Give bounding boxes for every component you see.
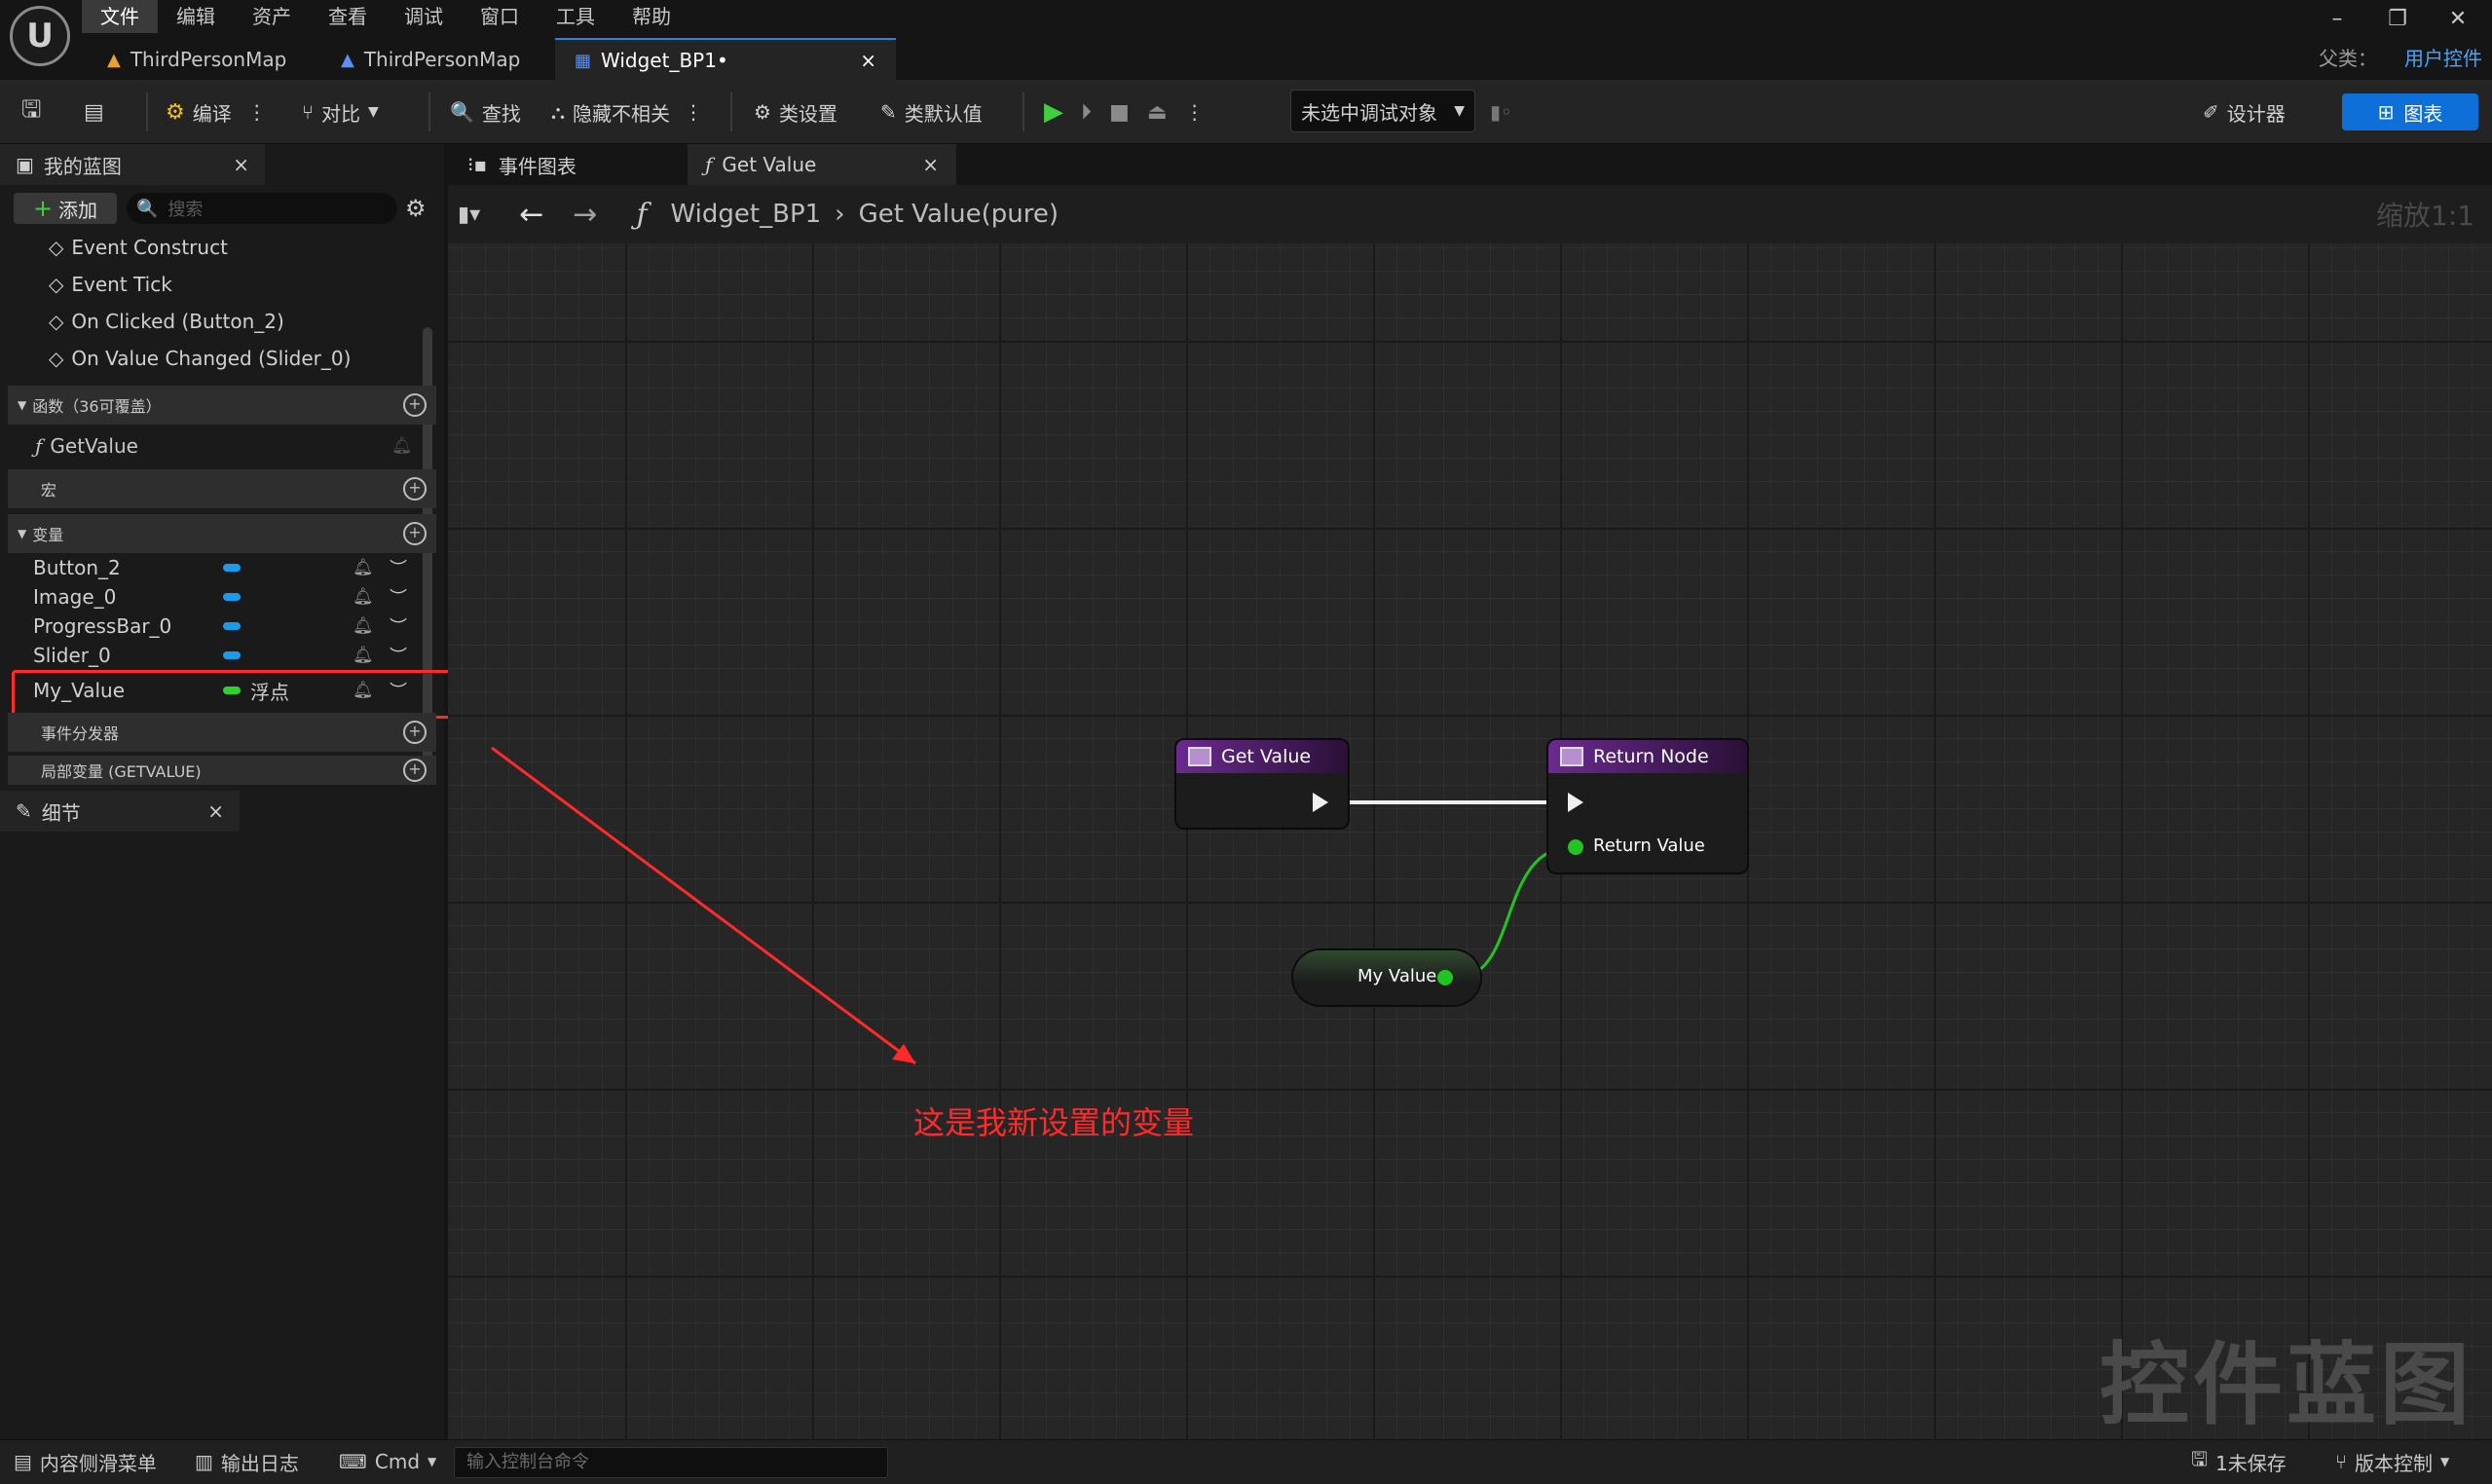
chevron-down-icon: ▼ xyxy=(2440,1455,2450,1468)
unsaved-icon: 🖫 xyxy=(2191,1447,2209,1470)
my-value-getter-node[interactable]: My Value xyxy=(1293,950,1480,1005)
unsaved-label: 1未保存 xyxy=(2215,1451,2287,1475)
chevron-down-icon: ▼ xyxy=(428,1455,437,1468)
annotation-arrow xyxy=(491,746,916,1065)
output-log-button[interactable]: ▥ 输出日志 xyxy=(195,1439,299,1484)
log-icon: ▥ xyxy=(195,1450,213,1473)
console-input[interactable]: 输入控制台命令 xyxy=(454,1447,888,1478)
return-node[interactable]: Return Node Return Value xyxy=(1548,740,1747,872)
node-title: My Value xyxy=(1358,966,1437,986)
source-control-button[interactable]: ⑂ 版本控制 ▼ xyxy=(2335,1439,2449,1484)
node-icon xyxy=(1560,747,1583,766)
node-title: Return Node xyxy=(1593,746,1709,767)
value-output-pin[interactable] xyxy=(1437,970,1453,985)
content-drawer-button[interactable]: ▤ 内容侧滑菜单 xyxy=(14,1439,157,1484)
cmd-label: Cmd xyxy=(374,1450,421,1473)
content-drawer-label: 内容侧滑菜单 xyxy=(39,1451,157,1475)
cmd-dropdown[interactable]: ⌨ Cmd ▼ xyxy=(339,1439,436,1484)
source-control-icon: ⑂ xyxy=(2335,1450,2347,1473)
node-title: Get Value xyxy=(1221,746,1312,767)
annotation-text: 这是我新设置的变量 xyxy=(913,1104,1195,1141)
content-drawer-icon: ▤ xyxy=(14,1450,32,1473)
graph-watermark: 控件蓝图 xyxy=(2100,1333,2474,1437)
function-entry-node[interactable]: Get Value xyxy=(1176,740,1348,828)
terminal-icon: ⌨ xyxy=(339,1450,367,1473)
exec-input-pin[interactable] xyxy=(1568,793,1583,812)
output-log-label: 输出日志 xyxy=(220,1451,299,1475)
node-icon xyxy=(1188,747,1211,766)
unsaved-button[interactable]: 🖫 1未保存 xyxy=(2191,1439,2287,1484)
return-value-pin[interactable] xyxy=(1568,839,1583,855)
pin-label: Return Value xyxy=(1593,835,1705,856)
source-control-label: 版本控制 xyxy=(2355,1451,2433,1475)
exec-output-pin[interactable] xyxy=(1313,793,1328,812)
